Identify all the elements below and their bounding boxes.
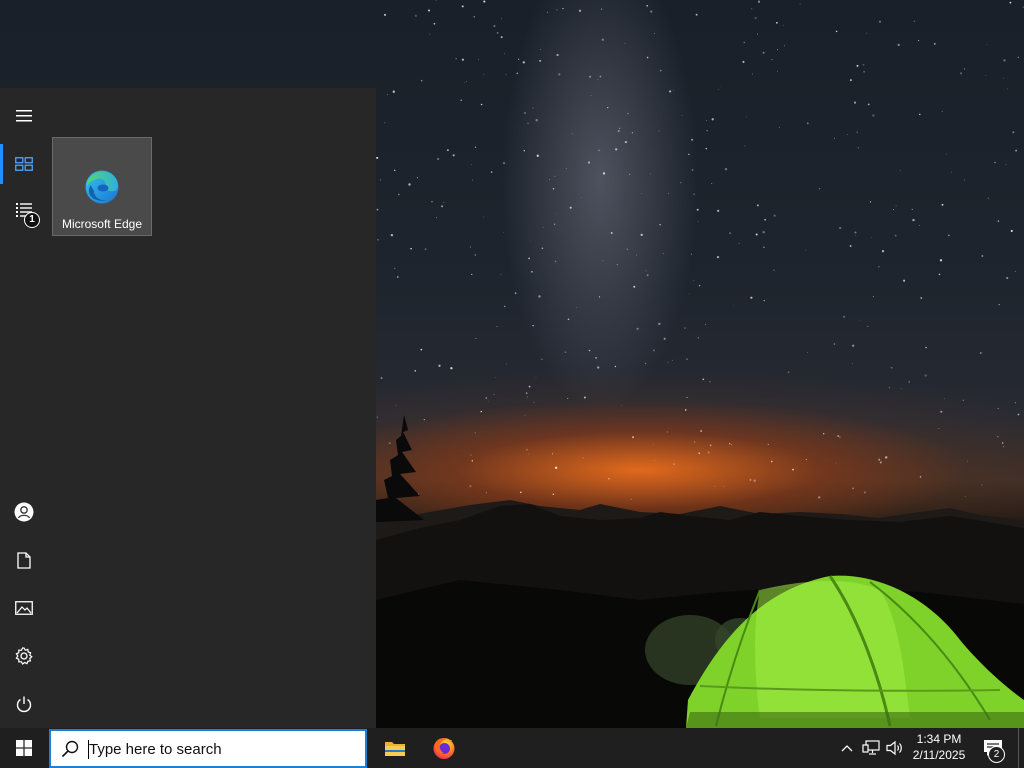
power-button[interactable]	[0, 680, 48, 728]
picture-icon	[15, 601, 33, 615]
power-icon	[16, 696, 32, 712]
settings-button[interactable]	[0, 632, 48, 680]
taskbar-file-explorer[interactable]	[371, 728, 419, 768]
show-hidden-icons-button[interactable]	[837, 728, 857, 768]
pictures-button[interactable]	[0, 584, 48, 632]
clock-date: 2/11/2025	[912, 748, 966, 762]
all-apps-badge: 1	[24, 212, 40, 228]
tile-microsoft-edge[interactable]: Microsoft Edge	[52, 137, 152, 236]
tile-label: Microsoft Edge	[61, 217, 143, 231]
account-button[interactable]	[0, 488, 48, 536]
search-icon	[61, 740, 79, 758]
search-input[interactable]: Type here to search	[49, 729, 367, 768]
tiles-icon	[15, 157, 33, 171]
start-menu: 1 Microsoft Edge	[0, 88, 376, 728]
network-icon	[862, 740, 880, 755]
start-menu-rail: 1	[0, 88, 50, 728]
edge-icon	[85, 170, 119, 204]
notification-count-badge: 2	[988, 746, 1005, 763]
clock-time: 1:34 PM	[916, 732, 962, 746]
expand-button[interactable]	[0, 92, 48, 140]
document-icon	[17, 551, 31, 569]
chevron-up-icon	[841, 745, 853, 752]
show-desktop-button[interactable]	[1018, 728, 1024, 768]
gear-icon	[15, 647, 33, 665]
all-apps-button[interactable]: 1	[0, 188, 48, 236]
taskbar-firefox[interactable]	[420, 728, 468, 768]
firefox-icon	[433, 738, 455, 759]
start-button[interactable]	[0, 728, 48, 768]
search-placeholder: Type here to search	[89, 741, 222, 758]
hamburger-icon	[16, 110, 32, 122]
windows-logo-icon	[16, 740, 32, 756]
folder-icon	[385, 742, 405, 756]
taskbar: Type here to search 1:34 PM 2/11/2025 2	[0, 728, 1024, 768]
clock[interactable]: 1:34 PM 2/11/2025	[902, 731, 976, 763]
user-icon	[14, 502, 34, 522]
network-button[interactable]	[860, 728, 882, 768]
tiles-button[interactable]	[0, 140, 48, 188]
documents-button[interactable]	[0, 536, 48, 584]
